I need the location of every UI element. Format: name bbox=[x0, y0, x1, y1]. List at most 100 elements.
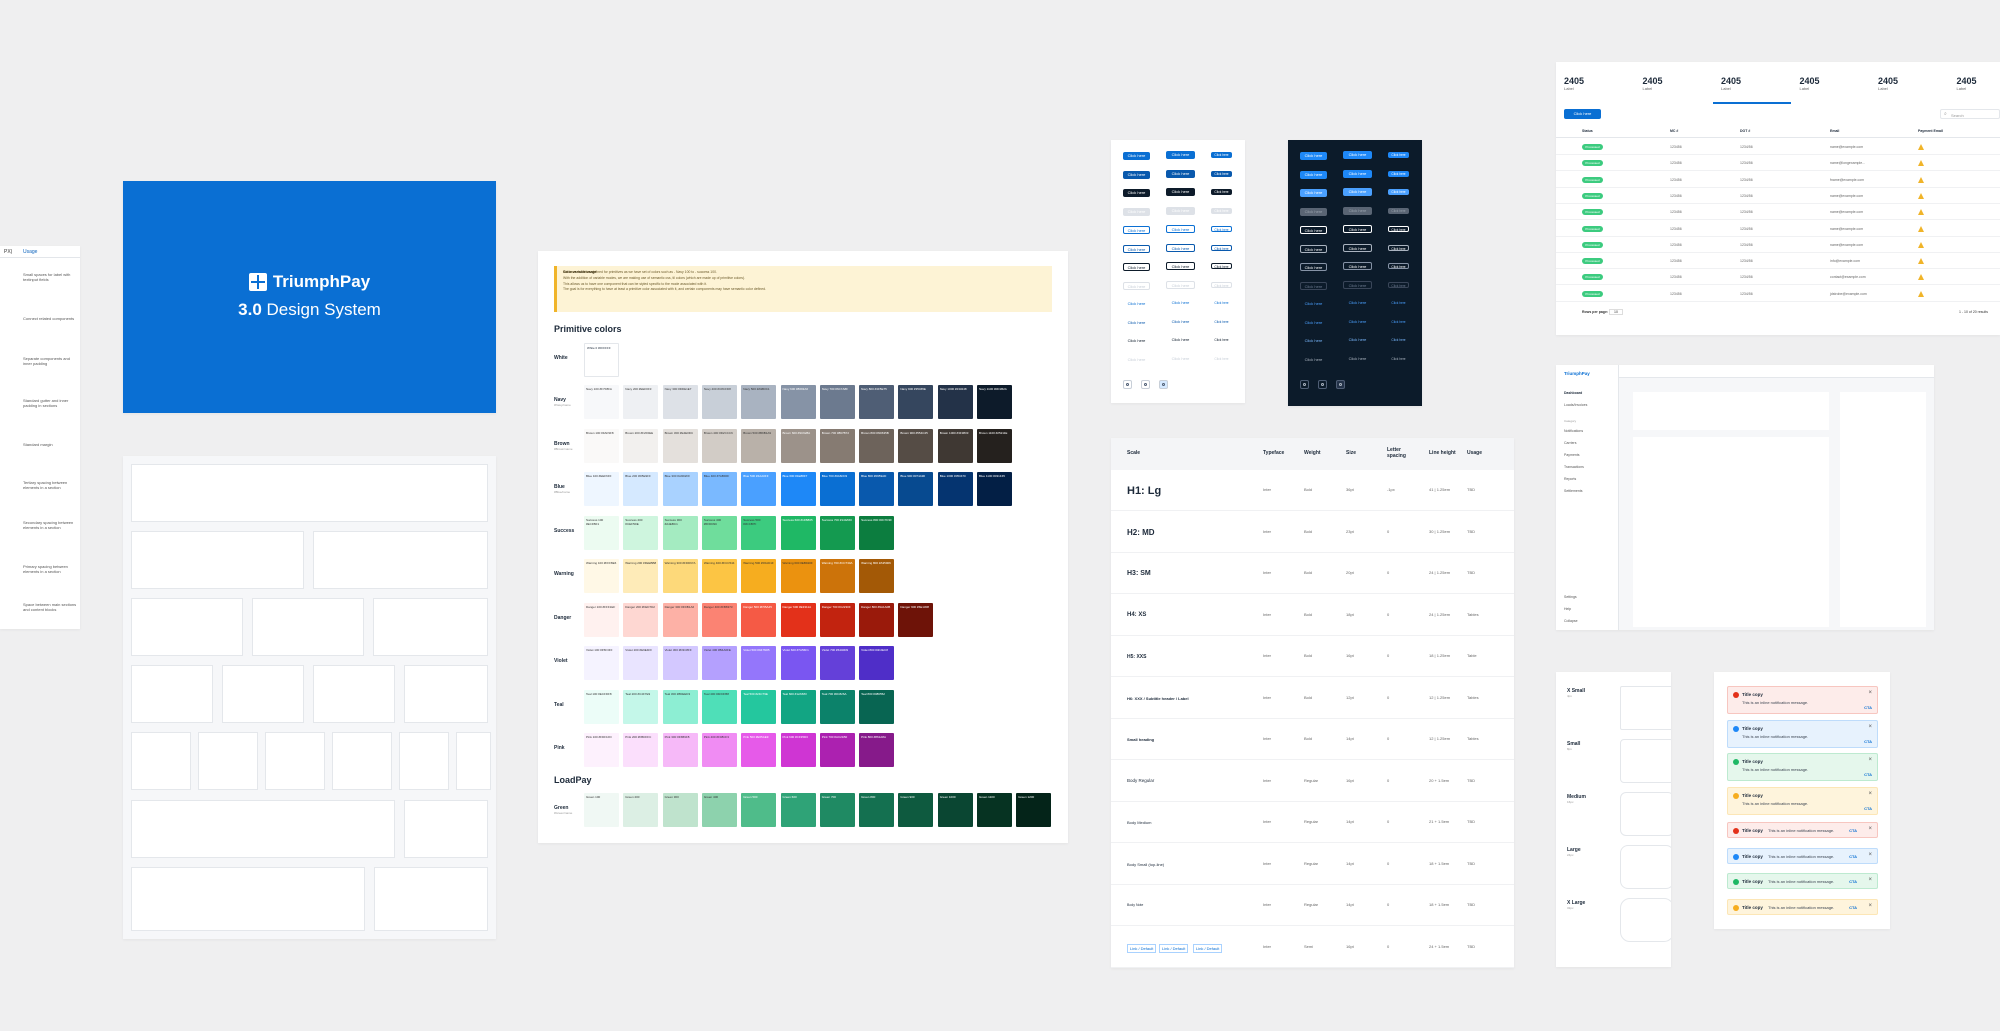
click-here-button[interactable]: Click here bbox=[1123, 226, 1150, 234]
click-here-button[interactable]: Click here bbox=[1343, 169, 1372, 178]
click-here-button[interactable]: Click here bbox=[1166, 336, 1195, 344]
click-here-button[interactable]: Click here bbox=[1343, 355, 1372, 363]
click-here-button[interactable]: Click here bbox=[1123, 170, 1150, 179]
kpi-card[interactable]: 2405 Label bbox=[1957, 76, 1977, 91]
click-here-button[interactable]: Click here bbox=[1166, 225, 1195, 233]
close-icon[interactable]: × bbox=[1868, 724, 1872, 730]
click-here-button[interactable]: Click here bbox=[1211, 337, 1232, 343]
nav-help[interactable]: Help bbox=[1564, 607, 1571, 611]
click-here-button[interactable]: Click here bbox=[1388, 207, 1409, 214]
click-here-button[interactable]: Click here bbox=[1388, 337, 1409, 343]
click-here-button[interactable]: Click here bbox=[1166, 280, 1195, 289]
cta-link[interactable]: CTA bbox=[1864, 705, 1872, 710]
table-row[interactable]: Processed 123456 1234/56 name@example.com bbox=[1556, 188, 2000, 204]
close-icon[interactable]: × bbox=[1868, 690, 1872, 696]
click-here-button[interactable]: Click here bbox=[1300, 263, 1327, 271]
nav-loads[interactable]: Loads/Invoices bbox=[1564, 403, 1587, 407]
click-here-button[interactable]: Click here bbox=[1343, 336, 1372, 344]
click-here-button[interactable]: Click here bbox=[1166, 169, 1195, 178]
kpi-card[interactable]: 2405 Label bbox=[1564, 76, 1584, 91]
table-row[interactable]: Processed 123456 1234/56 name@example.com bbox=[1556, 237, 2000, 253]
table-row[interactable]: Processed 123456 1234/56 fname@example.com bbox=[1556, 172, 2000, 188]
close-icon[interactable]: × bbox=[1868, 852, 1872, 858]
click-here-button[interactable]: Click here bbox=[1123, 319, 1150, 327]
click-here-button[interactable]: Click here bbox=[1388, 226, 1409, 232]
click-here-button[interactable]: Click here bbox=[1300, 281, 1327, 290]
close-icon[interactable]: × bbox=[1868, 757, 1872, 763]
table-row[interactable]: Processed 123456 1234/56 jdstrobe@example.c… bbox=[1556, 286, 2000, 302]
click-here-button[interactable]: Click here bbox=[1166, 299, 1195, 307]
click-here-button[interactable]: Click here bbox=[1123, 207, 1150, 216]
click-here-button[interactable]: Click here bbox=[1343, 262, 1372, 270]
close-icon[interactable]: × bbox=[1868, 903, 1872, 909]
click-here-button[interactable]: Click here bbox=[1388, 300, 1409, 306]
nav-dashboard[interactable]: Dashboard bbox=[1564, 391, 1582, 395]
click-here-button[interactable]: Click here bbox=[1388, 189, 1409, 195]
kpi-card[interactable]: 2405 Label bbox=[1721, 76, 1741, 91]
click-here-button[interactable]: Click here bbox=[1343, 206, 1372, 215]
click-here-button[interactable]: Click here bbox=[1300, 152, 1327, 160]
nav-item[interactable]: Carriers bbox=[1564, 441, 1576, 445]
search-input[interactable]: ⌕ Search bbox=[1940, 109, 2000, 119]
kpi-card[interactable]: 2405 Label bbox=[1800, 76, 1820, 91]
table-row[interactable]: Processed 123456 1234/56 info@example.com bbox=[1556, 253, 2000, 270]
click-here-button[interactable]: Click here bbox=[1123, 300, 1150, 308]
icon-button[interactable] bbox=[1336, 380, 1345, 389]
click-here-button[interactable]: Click here bbox=[1166, 151, 1195, 159]
link-sample[interactable]: Link / Default bbox=[1193, 943, 1223, 953]
close-icon[interactable]: × bbox=[1868, 791, 1872, 797]
click-here-button[interactable]: Click here bbox=[1343, 299, 1372, 307]
click-here-button[interactable]: Click here bbox=[1123, 263, 1150, 271]
cta-link[interactable]: CTA bbox=[1864, 772, 1872, 777]
cta-link[interactable]: CTA bbox=[1849, 905, 1857, 910]
cta-link[interactable]: CTA bbox=[1849, 828, 1857, 833]
click-here-button[interactable]: Click here bbox=[1300, 244, 1327, 253]
click-here-button[interactable]: Click here bbox=[1123, 356, 1150, 364]
click-here-button[interactable]: Click here bbox=[1300, 189, 1327, 197]
link-sample[interactable]: Link / Default bbox=[1127, 943, 1157, 953]
click-here-button[interactable]: Click here bbox=[1166, 318, 1195, 326]
icon-button[interactable] bbox=[1123, 380, 1132, 389]
close-icon[interactable]: × bbox=[1868, 877, 1872, 883]
table-row[interactable]: Processed 123456 1234/56 contact@example.co… bbox=[1556, 269, 2000, 286]
click-here-button[interactable]: Click here bbox=[1123, 281, 1150, 290]
click-here-button[interactable]: Click here bbox=[1388, 281, 1409, 288]
click-here-button[interactable]: Click here bbox=[1300, 300, 1327, 308]
click-here-button[interactable]: Click here bbox=[1300, 337, 1327, 345]
click-here-button[interactable]: Click here bbox=[1166, 188, 1195, 196]
click-here-button[interactable]: Click here bbox=[1123, 337, 1150, 345]
click-here-button[interactable]: Click here bbox=[1211, 244, 1232, 251]
click-here-button[interactable]: Click here bbox=[1123, 189, 1150, 197]
click-here-button[interactable]: Click here bbox=[1211, 319, 1232, 325]
kpi-card[interactable]: 2405 Label bbox=[1643, 76, 1663, 91]
click-here-button[interactable]: Click here bbox=[1388, 244, 1409, 251]
icon-button[interactable] bbox=[1300, 380, 1309, 389]
click-here-button[interactable]: Click here bbox=[1343, 151, 1372, 159]
kpi-card[interactable]: 2405 Label bbox=[1878, 76, 1898, 91]
click-here-button[interactable]: Click here bbox=[1211, 300, 1232, 306]
cta-link[interactable]: CTA bbox=[1864, 806, 1872, 811]
close-icon[interactable]: × bbox=[1868, 826, 1872, 832]
click-here-button[interactable]: Click here bbox=[1211, 281, 1232, 288]
click-here-button[interactable]: Click here bbox=[1166, 243, 1195, 252]
click-here-button[interactable]: Click here bbox=[1343, 318, 1372, 326]
nav-item[interactable]: Settlements bbox=[1564, 489, 1582, 493]
click-here-button[interactable]: Click here bbox=[1211, 263, 1232, 269]
click-here-button[interactable]: Click here bbox=[1211, 152, 1232, 158]
click-here-button[interactable]: Click here bbox=[1166, 206, 1195, 215]
click-here-button[interactable]: Click here bbox=[1166, 355, 1195, 363]
click-here-button[interactable]: Click here bbox=[1300, 356, 1327, 364]
click-here-button[interactable]: Click here bbox=[1211, 207, 1232, 214]
click-here-button[interactable]: Click here bbox=[1300, 226, 1327, 234]
click-here-button[interactable]: Click here bbox=[1166, 262, 1195, 270]
nav-collapse[interactable]: Collapse bbox=[1564, 619, 1578, 623]
cta-link[interactable]: CTA bbox=[1864, 739, 1872, 744]
click-here-button[interactable]: Click here bbox=[1211, 170, 1232, 177]
icon-button[interactable] bbox=[1159, 380, 1168, 389]
click-here-button[interactable]: Click here bbox=[1123, 244, 1150, 253]
click-here-button[interactable]: Click here bbox=[1564, 109, 1601, 119]
click-here-button[interactable]: Click here bbox=[1343, 280, 1372, 289]
click-here-button[interactable]: Click here bbox=[1388, 263, 1409, 269]
click-here-button[interactable]: Click here bbox=[1388, 319, 1409, 325]
nav-item[interactable]: Transactions bbox=[1564, 465, 1584, 469]
